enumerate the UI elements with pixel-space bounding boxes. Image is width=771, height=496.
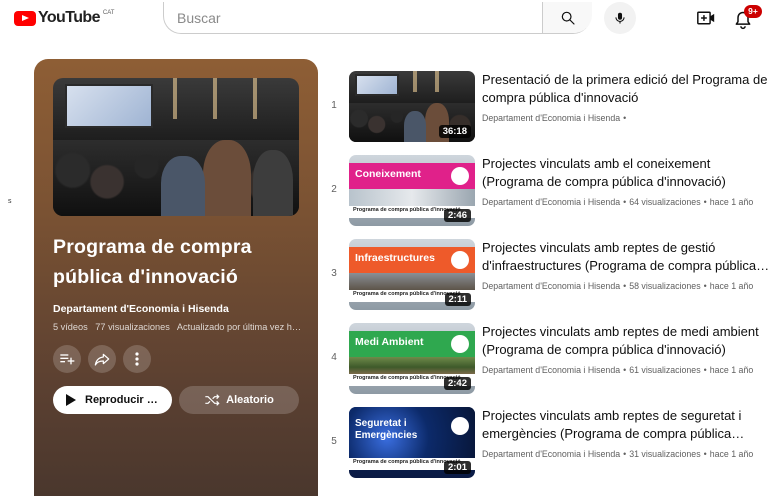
- playlist-view-count: 77 visualizaciones: [95, 322, 170, 332]
- playlist-video-item[interactable]: 2 Coneixement Programa de compra pública…: [326, 155, 771, 231]
- share-icon: [94, 353, 110, 366]
- video-age: hace 1 año: [709, 365, 754, 375]
- thumbnail-banner: Medi Ambient: [349, 331, 475, 357]
- search-box: [163, 2, 592, 34]
- video-duration: 36:18: [438, 125, 471, 138]
- video-duration: 2:11: [444, 293, 471, 306]
- video-index: 4: [331, 352, 337, 363]
- playlist-video-item[interactable]: 1 36:18 Presentació de la primera edició…: [326, 71, 771, 147]
- video-duration: 2:46: [443, 209, 471, 222]
- play-all-button[interactable]: Reproducir todo: [53, 386, 172, 414]
- voice-search-button[interactable]: [604, 2, 636, 34]
- playlist-video-item[interactable]: 5 Seguretat i Emergències Programa de co…: [326, 407, 771, 483]
- video-title[interactable]: Presentació de la primera edició del Pro…: [482, 71, 771, 107]
- create-button[interactable]: [694, 6, 718, 30]
- playlist-thumbnail[interactable]: [53, 78, 299, 216]
- thumbnail-banner: Seguretat i Emergències: [349, 413, 475, 443]
- video-duration: 2:01: [443, 461, 471, 474]
- thumbnail-banner-text: Coneixement: [355, 168, 421, 180]
- video-index: 1: [331, 100, 337, 111]
- video-age: hace 1 año: [709, 449, 754, 459]
- share-button[interactable]: [88, 345, 116, 373]
- video-thumbnail[interactable]: Medi Ambient Programa de compra pública …: [349, 323, 475, 394]
- shuffle-button[interactable]: Aleatorio: [179, 386, 299, 414]
- video-title[interactable]: Projectes vinculats amb reptes de gestió…: [482, 239, 771, 275]
- video-metadata: Departament d'Economia i Hisenda • 58 visu…: [482, 281, 754, 291]
- video-thumbnail[interactable]: Coneixement Programa de compra pública d…: [349, 155, 475, 226]
- video-age: hace 1 año: [709, 281, 754, 291]
- video-index: 5: [331, 436, 337, 447]
- conference-thumbnail-image: [53, 78, 299, 216]
- video-metadata: Departament d'Economia i Hisenda • 64 visu…: [482, 197, 754, 207]
- thumbnail-banner-text: Seguretat i Emergències: [355, 418, 418, 441]
- shuffle-label: Aleatorio: [226, 394, 274, 406]
- playlist-header-panel: Programa de compra pública d'innovació D…: [34, 59, 318, 496]
- video-views: 58 visualizaciones: [629, 281, 701, 291]
- knowledge-icon: [451, 167, 469, 185]
- logo-text: YouTube: [38, 9, 100, 26]
- video-channel[interactable]: Departament d'Economia i Hisenda: [482, 197, 620, 207]
- playlist-updated: Actualizado por última vez hace 1 año: [176, 322, 303, 332]
- video-channel[interactable]: Departament d'Economia i Hisenda: [482, 449, 620, 459]
- video-metadata: Departament d'Economia i Hisenda • 61 visu…: [482, 365, 754, 375]
- thumbnail-banner: Infraestructures: [349, 247, 475, 273]
- video-title[interactable]: Projectes vinculats amb reptes de segure…: [482, 407, 771, 443]
- video-title[interactable]: Projectes vinculats amb el coneixement (…: [482, 155, 771, 191]
- save-playlist-button[interactable]: [53, 345, 81, 373]
- logo-country-code: CAT: [102, 10, 115, 16]
- video-channel[interactable]: Departament d'Economia i Hisenda: [482, 281, 620, 291]
- video-channel[interactable]: Departament d'Economia i Hisenda: [482, 365, 620, 375]
- microphone-icon: [615, 12, 625, 24]
- search-icon: [561, 11, 575, 25]
- video-channel[interactable]: Departament d'Economia i Hisenda: [482, 113, 620, 123]
- infrastructure-icon: [451, 251, 469, 269]
- search-button[interactable]: [542, 2, 592, 33]
- create-video-icon: [697, 11, 715, 25]
- youtube-play-icon: [14, 10, 36, 26]
- sidebar-fragment: s: [8, 198, 12, 205]
- play-icon: [66, 394, 76, 406]
- search-input[interactable]: [164, 2, 542, 33]
- notifications-button[interactable]: 9+: [733, 4, 762, 32]
- youtube-logo[interactable]: YouTube CAT: [14, 9, 114, 27]
- shuffle-icon: [205, 394, 220, 406]
- top-bar: YouTube CAT 9+: [0, 0, 771, 38]
- thumbnail-banner-text: Medi Ambient: [355, 336, 424, 348]
- video-thumbnail[interactable]: 36:18: [349, 71, 475, 142]
- video-metadata: Departament d'Economia i Hisenda • 31 visu…: [482, 449, 754, 459]
- video-thumbnail[interactable]: Seguretat i Emergències Programa de comp…: [349, 407, 475, 478]
- video-thumbnail[interactable]: Infraestructures Programa de compra públ…: [349, 239, 475, 310]
- playlist-video-count: 5 vídeos: [53, 322, 88, 332]
- more-options-button[interactable]: [123, 345, 151, 373]
- playlist-channel-link[interactable]: Departament d'Economia i Hisenda: [53, 303, 229, 315]
- video-metadata: Departament d'Economia i Hisenda •: [482, 113, 627, 123]
- video-index: 2: [331, 184, 337, 195]
- playlist-video-item[interactable]: 4 Medi Ambient Programa de compra públic…: [326, 323, 771, 399]
- video-index: 3: [331, 268, 337, 279]
- playlist-add-icon: [60, 354, 75, 365]
- playlist-video-item[interactable]: 3 Infraestructures Programa de compra pú…: [326, 239, 771, 315]
- environment-icon: [451, 335, 469, 353]
- video-views: 64 visualizaciones: [629, 197, 701, 207]
- playlist-title: Programa de compra pública d'innovació: [53, 236, 252, 288]
- video-views: 61 visualizaciones: [629, 365, 701, 375]
- video-age: hace 1 año: [709, 197, 754, 207]
- more-vertical-icon: [135, 352, 139, 366]
- playlist-stats: 5 vídeos 77 visualizaciones Actualizado …: [53, 322, 303, 332]
- video-views: 31 visualizaciones: [629, 449, 701, 459]
- thumbnail-banner-text: Infraestructures: [355, 252, 435, 264]
- notification-count-badge: 9+: [744, 5, 762, 18]
- video-title[interactable]: Projectes vinculats amb reptes de medi a…: [482, 323, 771, 359]
- video-duration: 2:42: [443, 377, 471, 390]
- emergency-icon: [451, 417, 469, 435]
- thumbnail-banner: Coneixement: [349, 163, 475, 189]
- play-all-label: Reproducir todo: [85, 394, 161, 406]
